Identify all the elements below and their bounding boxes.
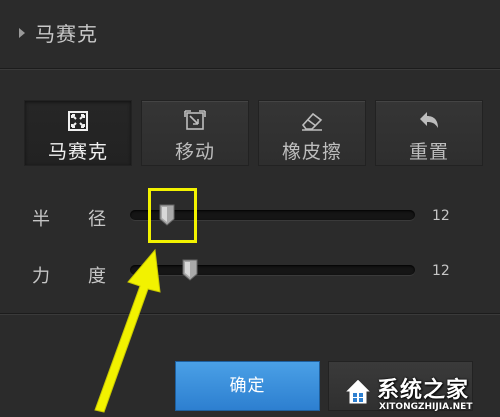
- mosaic-tool-button[interactable]: 马赛克: [24, 100, 132, 166]
- tool-label-move: 移动: [174, 141, 215, 163]
- move-tool-button[interactable]: 移动: [141, 100, 249, 166]
- watermark-title: 系统之家: [377, 378, 470, 403]
- house-logo-icon: [343, 378, 373, 405]
- strength-label-char2: 度: [88, 266, 106, 287]
- eraser-icon: [301, 112, 323, 131]
- section-header[interactable]: 马赛克: [0, 0, 500, 69]
- divider: [0, 313, 500, 314]
- strength-label-char1: 力: [32, 266, 50, 287]
- highlight-box: [148, 188, 197, 243]
- undo-arrow-icon: [420, 112, 438, 128]
- reset-tool-button[interactable]: 重置: [375, 100, 483, 166]
- eraser-tool-button[interactable]: 橡皮擦: [258, 100, 366, 166]
- tool-label-reset: 重置: [408, 141, 449, 163]
- strength-slider-thumb[interactable]: [182, 259, 198, 281]
- strength-slider-track[interactable]: [130, 265, 415, 275]
- watermark-url: XITONGZHIJIA.NET: [379, 402, 473, 412]
- watermark: 系统之家 XITONGZHIJIA.NET: [343, 372, 500, 417]
- strength-value: 12: [432, 263, 450, 279]
- confirm-button[interactable]: 确定: [175, 361, 320, 411]
- tool-label-eraser: 橡皮擦: [281, 141, 342, 163]
- section-title: 马赛克: [35, 22, 98, 46]
- move-icon: [184, 110, 206, 130]
- radius-value: 12: [432, 208, 450, 224]
- mosaic-icon: [68, 111, 88, 131]
- triangle-right-icon[interactable]: [19, 28, 25, 38]
- radius-label-char2: 径: [88, 209, 106, 230]
- mosaic-panel: 马赛克 马赛克 移动 橡皮擦 重置 半 径 12 力 度 12 确定 系统之家 …: [0, 0, 500, 417]
- radius-label-char1: 半: [32, 209, 50, 230]
- tool-label-mosaic: 马赛克: [47, 141, 108, 163]
